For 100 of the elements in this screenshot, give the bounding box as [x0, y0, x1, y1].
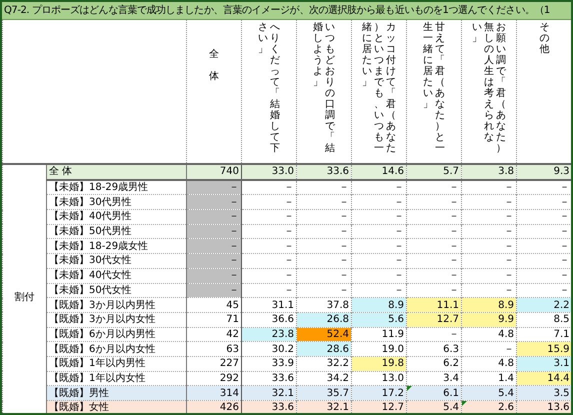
row-label: 【既婚】3か月以内男性 [46, 298, 186, 312]
table-cell: 227 [186, 356, 242, 372]
table-cell: 31.1 [242, 298, 296, 312]
table-cell: － [352, 210, 406, 224]
table-cell: － [406, 238, 462, 254]
table-cell: 35.7 [296, 386, 352, 400]
table-cell: 15.9 [516, 342, 571, 356]
table-cell: 63 [186, 342, 242, 356]
column-heading: 甘えて「君（あなた）と一生一緒に居たい」 [422, 22, 446, 156]
table-cell: 28.6 [296, 342, 352, 356]
table-cell: － [186, 283, 242, 298]
table-cell: 426 [186, 400, 242, 413]
table-cell: 6.3 [406, 342, 462, 356]
table-cell: － [352, 238, 406, 254]
column-heading: その他 [538, 22, 550, 57]
table-cell: － [242, 254, 296, 268]
table-cell: － [406, 210, 462, 224]
table-cell: 12.7 [406, 312, 462, 328]
table-cell: － [296, 238, 352, 254]
table-cell: － [516, 180, 571, 195]
column-heading: いつもどおりの口調で「結婚しようよ」 [312, 22, 336, 156]
table-cell: － [406, 224, 462, 239]
table-cell: 14.4 [516, 371, 571, 386]
column-heading: カッコ付けて「君（あなた）といつまでも、いつも一緒に居たい」 [361, 22, 397, 156]
table-cell: － [242, 210, 296, 224]
table-cell: － [296, 210, 352, 224]
table-cell: 13.6 [516, 400, 571, 413]
table-cell: － [516, 194, 571, 210]
table-cell: 71 [186, 312, 242, 328]
row-label: 【既婚】女性 [46, 400, 186, 413]
table-cell: 14.6 [352, 164, 406, 180]
table-cell: 33.6 [296, 164, 352, 180]
table-cell: 33.9 [242, 356, 296, 372]
table-cell: － [406, 194, 462, 210]
table-cell: － [296, 268, 352, 283]
table-cell: 9.9 [462, 312, 516, 328]
table-cell: － [242, 238, 296, 254]
table-cell: － [406, 268, 462, 283]
table-cell: － [242, 180, 296, 195]
table-cell: 5.6 [352, 312, 406, 328]
table-cell: 33.0 [242, 164, 296, 180]
table-cell: 8.5 [516, 312, 571, 328]
table-cell: － [186, 224, 242, 239]
table-cell: － [462, 254, 516, 268]
table-cell: 11.1 [406, 298, 462, 312]
table-cell: 740 [186, 164, 242, 180]
table-cell: 45 [186, 298, 242, 312]
table-cell: － [462, 180, 516, 195]
table-cell: 4.8 [462, 327, 516, 342]
table-cell: 6.1 [406, 386, 462, 400]
row-label: 【既婚】6か月以内女性 [46, 342, 186, 356]
column-heading: 全体 [209, 48, 219, 84]
column-heading: お願い調で「君（あなた）無しの人生は考えられない」 [471, 22, 507, 156]
table-cell: 8.9 [462, 298, 516, 312]
table-cell: 17.2 [352, 386, 406, 400]
table-cell: － [242, 194, 296, 210]
table-cell: － [296, 180, 352, 195]
table-cell: － [462, 268, 516, 283]
table-cell: 2.2 [516, 298, 571, 312]
table-cell: 23.8 [242, 327, 296, 342]
table-cell: － [462, 224, 516, 239]
table-cell: 3.5 [516, 386, 571, 400]
table-cell: － [296, 224, 352, 239]
table-cell: 5.4 [462, 386, 516, 400]
row-label: 【既婚】6か月以内男性 [46, 327, 186, 342]
table-cell: － [242, 283, 296, 298]
table-cell: 19.8 [352, 356, 406, 372]
table-cell: － [406, 180, 462, 195]
table-cell: 314 [186, 386, 242, 400]
table-cell: － [406, 327, 462, 342]
table-cell: － [186, 210, 242, 224]
table-cell: － [516, 238, 571, 254]
table-cell: － [296, 254, 352, 268]
table-cell: － [352, 194, 406, 210]
table-cell: 33.6 [242, 400, 296, 413]
table-cell: － [516, 254, 571, 268]
table-cell: 12.7 [352, 400, 406, 413]
group-label: 割付 [14, 292, 34, 303]
table-cell: － [462, 210, 516, 224]
table-cell: 5.7 [406, 164, 462, 180]
table-cell: － [516, 224, 571, 239]
table-cell: 5.4 [406, 400, 462, 413]
row-label: 全 体 [46, 164, 186, 180]
table-cell: － [352, 268, 406, 283]
table-cell: － [242, 224, 296, 239]
table-cell: － [186, 254, 242, 268]
table-cell: － [296, 283, 352, 298]
table-cell: 11.9 [352, 327, 406, 342]
column-heading: へりくだって「結婚して下さい」 [257, 22, 281, 156]
table-cell: － [186, 238, 242, 254]
row-label: 【既婚】3か月以内女性 [46, 312, 186, 328]
table-cell: － [516, 268, 571, 283]
table-cell: 32.1 [242, 386, 296, 400]
row-label: 【既婚】1年以内男性 [46, 356, 186, 372]
table-cell: － [462, 194, 516, 210]
table-cell: 2.6 [462, 400, 516, 413]
table-cell: 8.9 [352, 298, 406, 312]
row-label: 【既婚】男性 [46, 386, 186, 400]
table-cell: － [352, 180, 406, 195]
table-cell: － [186, 268, 242, 283]
